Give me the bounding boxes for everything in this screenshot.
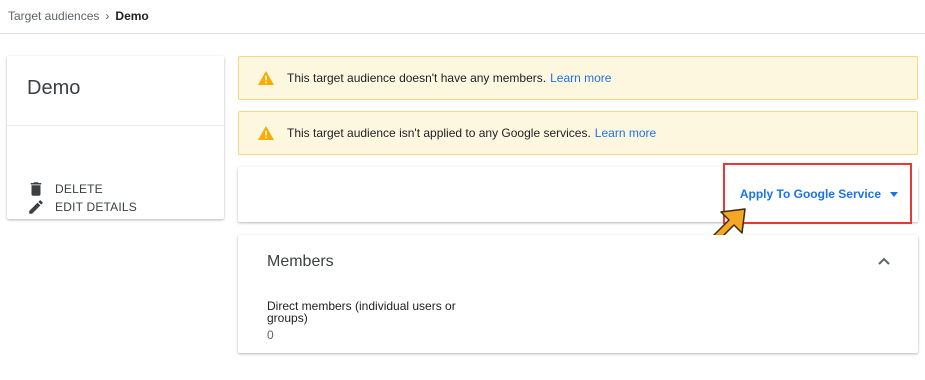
warning-icon (258, 126, 274, 140)
breadcrumb: Target audiences › Demo (8, 9, 149, 23)
not-applied-alert: This target audience isn't applied to an… (238, 111, 918, 155)
audience-summary-card: Demo EDIT DETAILS DELETE (7, 56, 224, 219)
pencil-icon (29, 200, 43, 214)
alert-text: This target audience isn't applied to an… (287, 126, 591, 140)
chevron-up-icon[interactable] (878, 257, 890, 265)
breadcrumb-parent[interactable]: Target audiences (8, 9, 99, 23)
delete-button[interactable]: DELETE (27, 180, 103, 198)
audience-title: Demo (27, 77, 81, 99)
warning-icon (258, 71, 274, 85)
learn-more-link[interactable]: Learn more (550, 71, 611, 85)
members-card: Members Direct members (individual users… (238, 235, 918, 353)
direct-members-count: 0 (267, 328, 274, 342)
edit-details-label: EDIT DETAILS (55, 200, 137, 214)
learn-more-link[interactable]: Learn more (595, 126, 656, 140)
no-members-alert: This target audience doesn't have any me… (238, 56, 918, 100)
direct-members-label: Direct members (individual users or grou… (267, 299, 456, 325)
trash-icon (30, 182, 42, 196)
alert-text: This target audience doesn't have any me… (287, 71, 547, 85)
header-divider (0, 33, 925, 34)
members-title: Members (267, 253, 334, 270)
edit-details-button[interactable]: EDIT DETAILS (27, 198, 137, 216)
delete-label: DELETE (55, 182, 103, 196)
breadcrumb-separator: › (105, 9, 110, 23)
card-divider (7, 125, 224, 126)
breadcrumb-current: Demo (115, 9, 149, 23)
